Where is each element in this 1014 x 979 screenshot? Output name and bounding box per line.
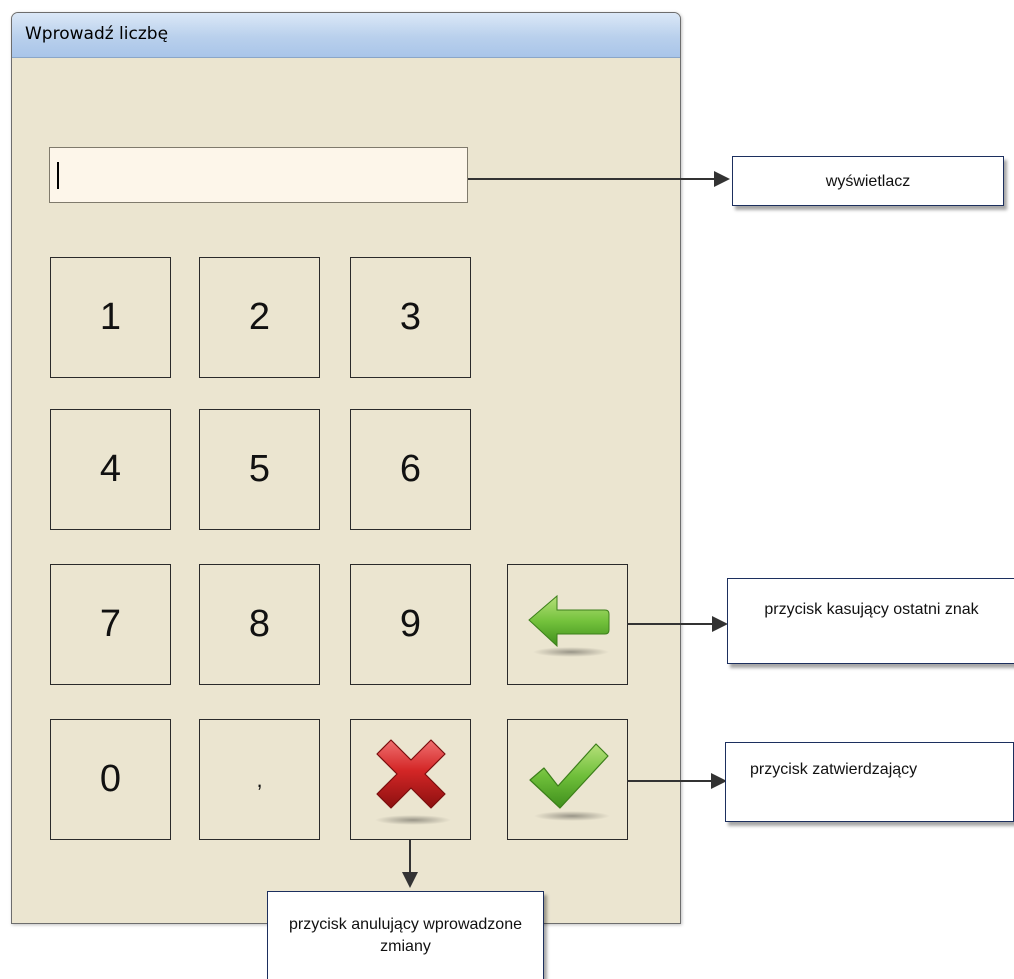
text-caret [57, 162, 59, 189]
callout-cancel: przycisk anulujący wprowadzone zmiany [267, 891, 544, 979]
key-7[interactable]: 7 [50, 564, 171, 685]
callout-backspace: przycisk kasujący ostatni znak [727, 578, 1014, 664]
key-6[interactable]: 6 [350, 409, 471, 530]
green-left-arrow-icon [527, 594, 609, 657]
key-comma[interactable]: , [199, 719, 320, 840]
callout-display: wyświetlacz [732, 156, 1004, 206]
arrowhead-display [714, 171, 730, 187]
number-input-window: Wprowadź liczbę 1 2 3 4 5 6 7 8 9 0 , [11, 12, 681, 924]
key-2[interactable]: 2 [199, 257, 320, 378]
callout-confirm: przycisk zatwierdzający [725, 742, 1014, 822]
connector-line-display [468, 178, 718, 180]
confirm-button[interactable] [507, 719, 628, 840]
key-3[interactable]: 3 [350, 257, 471, 378]
red-x-icon [374, 738, 451, 825]
connector-line-cancel [409, 840, 411, 876]
callout-cancel-text: przycisk anulujący wprowadzone zmiany [289, 916, 522, 955]
key-1[interactable]: 1 [50, 257, 171, 378]
key-9[interactable]: 9 [350, 564, 471, 685]
callout-display-text: wyświetlacz [825, 173, 911, 190]
connector-line-backspace [627, 623, 717, 625]
callout-backspace-text: przycisk kasujący ostatni znak [764, 601, 979, 618]
number-display[interactable] [49, 147, 468, 203]
connector-line-confirm [627, 780, 715, 782]
green-checkmark-icon [528, 742, 610, 821]
title-bar[interactable]: Wprowadź liczbę [12, 13, 680, 58]
window-title: Wprowadź liczbę [25, 24, 169, 44]
key-8[interactable]: 8 [199, 564, 320, 685]
key-0[interactable]: 0 [50, 719, 171, 840]
cancel-button[interactable] [350, 719, 471, 840]
key-5[interactable]: 5 [199, 409, 320, 530]
backspace-button[interactable] [507, 564, 628, 685]
key-4[interactable]: 4 [50, 409, 171, 530]
arrowhead-backspace [712, 616, 728, 632]
arrowhead-cancel [402, 872, 418, 888]
callout-confirm-text: przycisk zatwierdzający [750, 761, 918, 778]
